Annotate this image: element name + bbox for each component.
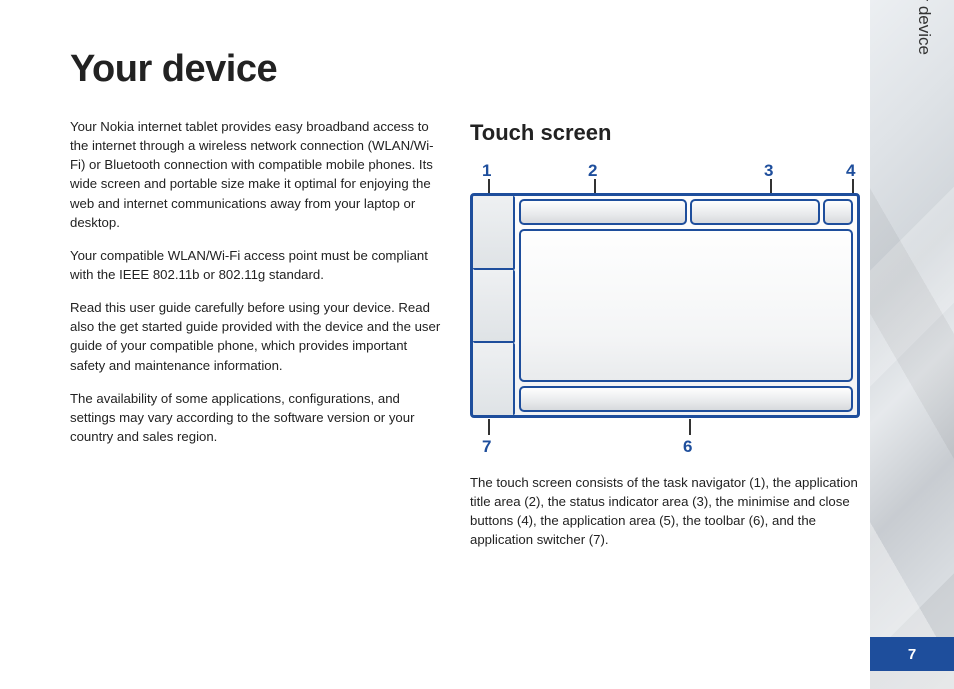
application-area: [519, 229, 853, 382]
guide-paragraph: Read this user guide carefully before us…: [70, 298, 442, 375]
page-number: 7: [870, 637, 954, 671]
device-topbar: [519, 199, 853, 225]
side-section-title: Your device: [914, 0, 934, 55]
diagram-tick: [488, 419, 490, 435]
page-title: Your device: [70, 48, 860, 91]
device-frame: [470, 193, 860, 418]
diagram-tick: [852, 179, 854, 193]
diagram-label-6: 6: [683, 435, 692, 460]
touchscreen-diagram: 1 2 3 4 5 7 6: [470, 159, 860, 459]
diagram-label-2: 2: [588, 159, 597, 184]
diagram-tick: [689, 419, 691, 435]
status-indicator-area: [690, 199, 820, 225]
minimise-close-buttons: [823, 199, 853, 225]
diagram-label-7: 7: [482, 435, 491, 460]
column-left: Your Nokia internet tablet provides easy…: [70, 117, 442, 563]
column-right: Touch screen 1 2 3 4 5 7 6: [470, 117, 860, 563]
diagram-tick: [770, 179, 772, 193]
body-columns: Your Nokia internet tablet provides easy…: [70, 117, 860, 563]
diagram-tick: [594, 179, 596, 193]
touchscreen-caption: The touch screen consists of the task na…: [470, 473, 860, 550]
application-title-area: [519, 199, 687, 225]
intro-paragraph: Your Nokia internet tablet provides easy…: [70, 117, 442, 232]
task-navigator: [473, 196, 515, 415]
application-switcher: [473, 343, 515, 415]
diagram-label-3: 3: [764, 159, 773, 184]
device-right-pane: [515, 196, 857, 415]
manual-page: Your device Your Nokia internet tablet p…: [0, 0, 870, 689]
availability-paragraph: The availability of some applications, c…: [70, 389, 442, 446]
task-navigator-cell: [473, 270, 515, 344]
diagram-label-1: 1: [482, 159, 491, 184]
diagram-label-4: 4: [846, 159, 855, 184]
wifi-paragraph: Your compatible WLAN/Wi-Fi access point …: [70, 246, 442, 284]
diagram-tick: [488, 179, 490, 193]
side-margin: Your device 7: [870, 0, 954, 689]
touchscreen-heading: Touch screen: [470, 117, 860, 149]
task-navigator-cell: [473, 196, 515, 270]
toolbar-area: [519, 386, 853, 412]
